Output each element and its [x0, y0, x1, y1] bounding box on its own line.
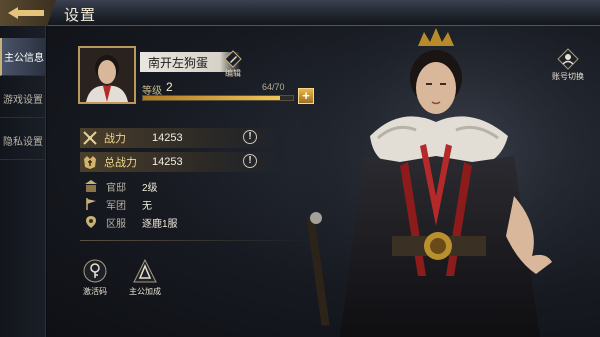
residence-value: 2级: [142, 182, 158, 194]
lord-bonus-label: 主公加成: [129, 287, 161, 296]
flag-icon: [86, 198, 96, 210]
tab-label: 游戏设置: [3, 95, 43, 106]
total-combat-power-value: 14253: [152, 156, 183, 168]
page-title: 设置: [64, 7, 97, 24]
sidebar: 主公信息 游戏设置 隐私设置: [0, 26, 46, 337]
tab-label: 隐私设置: [3, 137, 43, 148]
legion-value: 无: [142, 200, 152, 212]
server-row: 区服 逐鹿1服: [82, 214, 178, 230]
combat-power-info-button[interactable]: !: [243, 130, 257, 144]
edit-label: 编辑: [225, 69, 241, 78]
legion-label: 军团: [106, 200, 126, 212]
switch-account-icon: [557, 48, 579, 70]
edit-name-button[interactable]: 编辑: [220, 48, 246, 80]
lord-bonus-icon: [133, 258, 157, 283]
palace-icon: [85, 180, 97, 192]
combat-power-value: 14253: [152, 132, 183, 144]
activation-code-label: 激活码: [83, 287, 107, 296]
total-combat-power-row: 总战力 14253 !: [80, 152, 280, 172]
residence-label: 官邸: [106, 182, 126, 194]
tab-label: 主公信息: [4, 53, 44, 64]
avatar[interactable]: [78, 46, 136, 104]
edit-pencil-icon: [224, 50, 242, 68]
key-icon: [83, 259, 107, 283]
exp-progress-fill: [143, 96, 281, 100]
avatar-portrait-icon: [80, 48, 134, 102]
total-combat-power-info-button[interactable]: !: [243, 154, 257, 168]
switch-account-label: 账号切换: [552, 72, 584, 81]
tab-privacy-settings[interactable]: 隐私设置: [0, 122, 46, 160]
combat-power-label: 战力: [104, 133, 126, 145]
add-exp-button[interactable]: +: [298, 88, 314, 104]
location-pin-icon: [86, 216, 96, 228]
crossed-swords-icon: [83, 131, 97, 145]
tab-game-settings[interactable]: 游戏设置: [0, 80, 46, 118]
level-value: 2: [166, 80, 173, 94]
switch-account-button[interactable]: 账号切换: [548, 48, 588, 82]
divider: [80, 240, 310, 241]
back-button[interactable]: [0, 0, 56, 26]
lord-bonus-button[interactable]: 主公加成: [120, 258, 170, 298]
tab-lord-info[interactable]: 主公信息: [0, 38, 46, 76]
combat-power-row: 战力 14253 !: [80, 128, 280, 148]
back-arrow-icon: [8, 7, 44, 19]
top-bar: 设置: [0, 0, 600, 26]
server-value: 逐鹿1服: [142, 218, 178, 230]
activation-code-button[interactable]: 激活码: [70, 258, 120, 298]
server-label: 区服: [106, 218, 126, 230]
exp-progress-bar: [142, 95, 294, 101]
total-combat-power-label: 总战力: [104, 157, 137, 169]
exp-text: 64/70: [262, 82, 285, 92]
residence-row: 官邸 2级: [82, 178, 158, 194]
crown-shield-icon: [84, 156, 96, 169]
legion-row: 军团 无: [82, 196, 152, 212]
player-name-text: 南开左狗蛋: [148, 55, 209, 70]
